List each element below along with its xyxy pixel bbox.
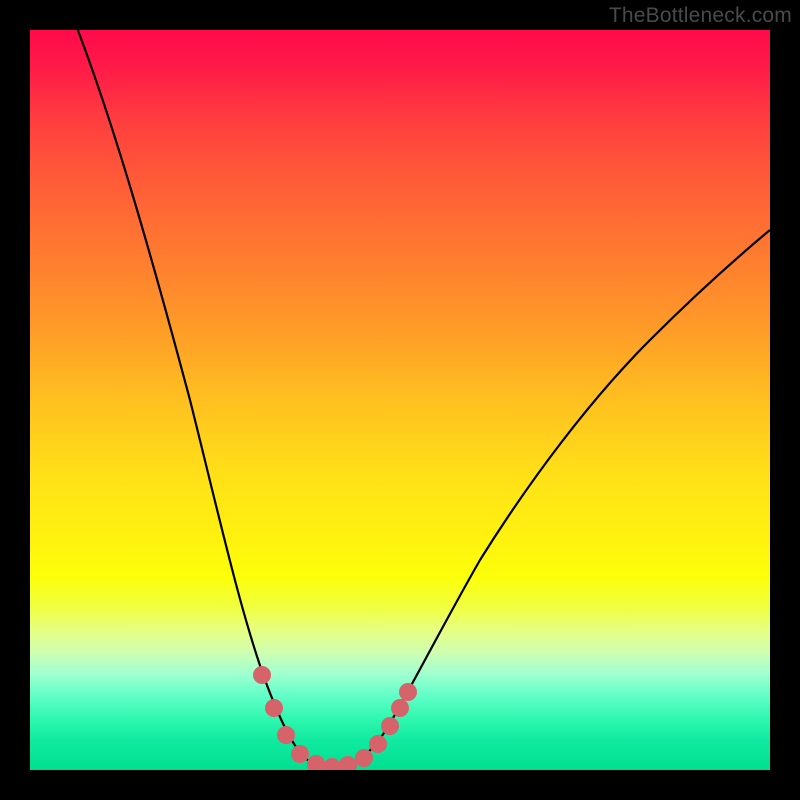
marker-dot xyxy=(391,699,409,717)
marker-dot xyxy=(253,666,271,684)
marker-dot xyxy=(277,726,295,744)
marker-dot xyxy=(307,755,325,770)
marker-dot xyxy=(369,735,387,753)
outer-frame: TheBottleneck.com xyxy=(0,0,800,800)
marker-dot xyxy=(265,699,283,717)
bottleneck-curve xyxy=(30,30,770,770)
marker-dot xyxy=(399,683,417,701)
marker-dot xyxy=(355,749,373,767)
marker-dot xyxy=(323,758,341,770)
marker-dot xyxy=(339,756,357,770)
marker-dot xyxy=(291,745,309,763)
watermark-text: TheBottleneck.com xyxy=(609,4,792,28)
marker-dot xyxy=(381,717,399,735)
curve-path xyxy=(70,30,770,767)
marker-group xyxy=(253,666,417,770)
plot-area xyxy=(30,30,770,770)
